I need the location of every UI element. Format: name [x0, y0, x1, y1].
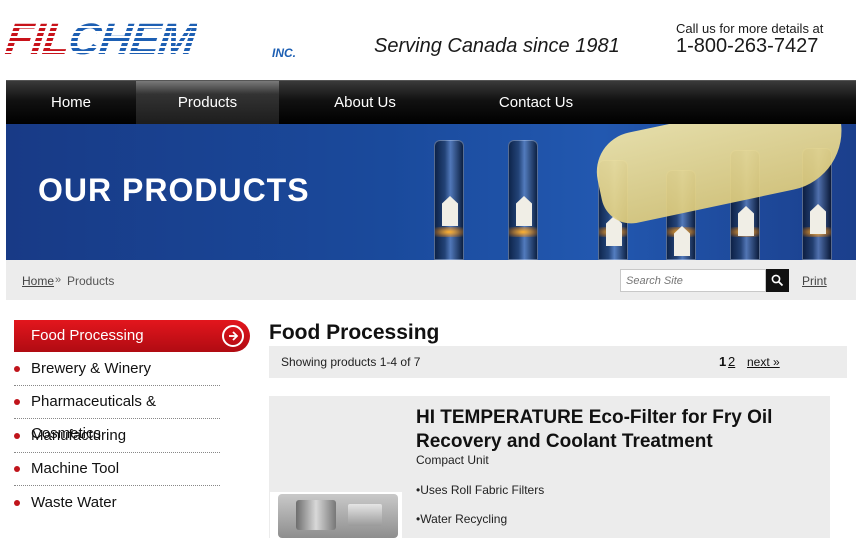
banner-vial-image — [434, 140, 464, 260]
product-name-link[interactable]: HI TEMPERATURE Eco-Filter for Fry Oil Re… — [416, 406, 816, 454]
next-page-link[interactable]: next » — [747, 355, 780, 369]
nav-home[interactable]: Home — [6, 81, 136, 125]
nav-about-us[interactable]: About Us — [294, 81, 436, 125]
breadcrumb-current: Products — [67, 274, 115, 288]
nav-contact-us[interactable]: Contact Us — [456, 81, 616, 125]
bullet-icon — [14, 500, 20, 506]
bullet-icon — [14, 366, 20, 372]
banner-title: OUR PRODUCTS — [38, 172, 310, 208]
search-input[interactable] — [620, 269, 766, 292]
page-2-link[interactable]: 2 — [728, 354, 735, 369]
sidebar-item-brewery-winery[interactable]: Brewery & Winery — [14, 353, 220, 386]
filchem-logo[interactable]: FILCHEM INC. — [2, 15, 296, 64]
sidebar-item-label: Manufacturing — [31, 427, 127, 444]
arrow-right-icon — [222, 325, 244, 347]
breadcrumb-home-link[interactable]: Home — [22, 274, 54, 288]
breadcrumb-separator: » — [55, 274, 62, 286]
bullet-icon — [14, 399, 20, 405]
sidebar-item-machine-tool[interactable]: Machine Tool — [14, 453, 220, 486]
nav-products[interactable]: Products — [136, 81, 279, 125]
sidebar-item-waste-water[interactable]: Waste Water — [14, 487, 220, 520]
logo-text-fil: FIL — [2, 15, 73, 64]
bullet-icon — [14, 466, 20, 472]
pagination-bar: Showing products 1-4 of 7 1 2 next » — [269, 346, 847, 378]
results-count: Showing products 1-4 of 7 — [281, 355, 421, 369]
product-feature: •Uses Roll Fabric Filters — [416, 483, 545, 497]
sidebar-item-label: Machine Tool — [31, 460, 120, 477]
sidebar-item-food-processing[interactable]: Food Processing — [14, 320, 250, 352]
main-nav: Home Products About Us Contact Us — [6, 80, 856, 125]
breadcrumb-bar: Home » Products Print — [6, 260, 856, 300]
sidebar-item-label: Brewery & Winery — [31, 360, 152, 377]
search-icon — [771, 274, 784, 287]
sidebar-item-manufacturing[interactable]: Manufacturing — [14, 420, 220, 453]
product-card: HI TEMPERATURE Eco-Filter for Fry Oil Re… — [269, 396, 830, 538]
page-title: Food Processing — [269, 321, 440, 344]
print-link[interactable]: Print — [802, 274, 827, 288]
sidebar-item-pharmaceuticals-cosmetics[interactable]: Pharmaceuticals & Cosmetics — [14, 386, 220, 442]
tagline: Serving Canada since 1981 — [374, 35, 620, 57]
product-image[interactable] — [270, 492, 402, 538]
bullet-icon — [14, 433, 20, 439]
product-feature: •Water Recycling — [416, 512, 508, 526]
search-button[interactable] — [766, 269, 789, 292]
banner-vial-image — [508, 140, 538, 260]
sidebar-item-label: Food Processing — [31, 327, 144, 344]
page-1-current: 1 — [719, 354, 727, 369]
logo-suffix: INC. — [272, 46, 296, 60]
sidebar-item-label: Waste Water — [31, 494, 117, 511]
products-banner: OUR PRODUCTS — [6, 124, 856, 260]
product-subtitle: Compact Unit — [416, 453, 489, 467]
phone-number: 1-800-263-7427 — [676, 35, 819, 57]
call-label: Call us for more details at — [676, 21, 824, 36]
logo-text-chem: CHEM — [65, 15, 199, 64]
